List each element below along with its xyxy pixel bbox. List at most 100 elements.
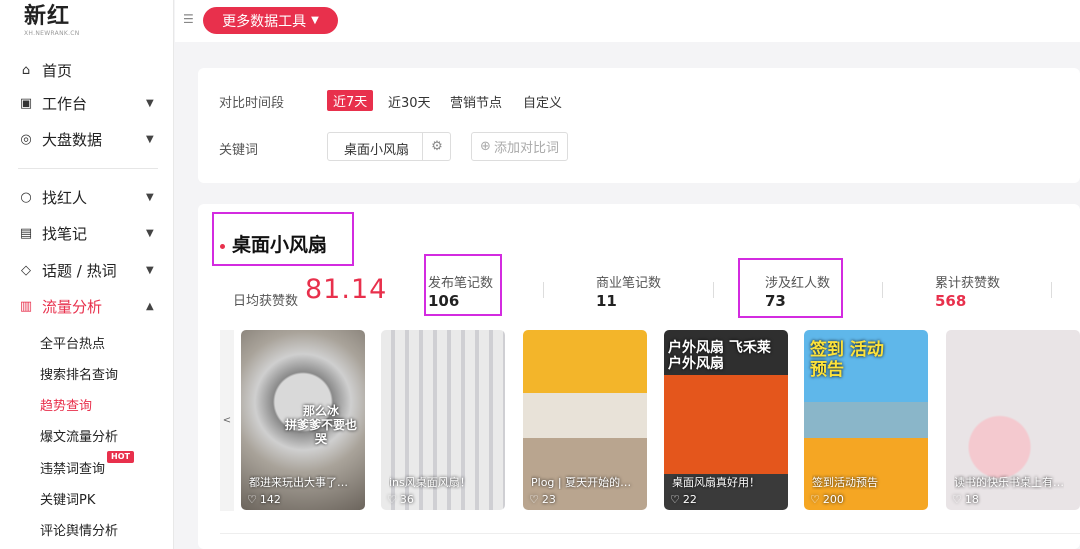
nav-home[interactable]: ⌂ 首页 (0, 55, 174, 85)
period-marketing[interactable]: 营销节点 (450, 92, 502, 111)
menu-fold-icon[interactable]: ☰ (183, 12, 194, 26)
subnav-search-rank[interactable]: 搜索排名查询 (40, 364, 118, 383)
note-card[interactable]: 读书的快乐书桌上有… ♡ 18 (946, 330, 1080, 510)
stat-divider (543, 282, 544, 298)
note-card[interactable]: 户外风扇 飞禾莱户外风扇 桌面风扇真好用！ ♡ 22 (664, 330, 788, 510)
subnav-hotspot[interactable]: 全平台热点 (40, 333, 105, 352)
note-caption: 读书的快乐书桌上有… (954, 476, 1064, 489)
chevron-up-icon: ▲ (146, 300, 154, 312)
subnav-comment-sentiment[interactable]: 评论舆情分析 (40, 520, 118, 539)
gear-icon[interactable]: ⚙ (422, 133, 451, 160)
subnav-trend-query[interactable]: 趋势查询 (40, 395, 92, 414)
note-caption: 签到活动预告 (812, 476, 878, 489)
note-likes: ♡ 36 (387, 493, 414, 506)
note-card[interactable]: 签到 活动预告 签到活动预告 ♡ 200 (804, 330, 928, 510)
note-likes: ♡ 142 (247, 493, 281, 506)
nav-traffic-analysis[interactable]: ▥ 流量分析 ▲ (0, 291, 174, 321)
keyword-text: 桌面小风扇 (344, 143, 410, 158)
note-likes-count: 18 (964, 493, 979, 506)
note-likes-count: 22 (682, 493, 697, 506)
stat-influencers-label: 涉及红人数 (765, 276, 831, 291)
heart-icon: ♡ (529, 493, 539, 506)
stat-divider (882, 282, 883, 298)
keyword-label: 关键词 (219, 143, 259, 158)
keyword-stats-card: 桌面小风扇 日均获赞数 81.14 发布笔记数 106 商业笔记数 11 涉及红… (198, 204, 1080, 549)
add-compare-label: 添加对比词 (493, 141, 559, 156)
note-overlay-text: 签到 活动预告 (810, 340, 884, 380)
heart-icon: ♡ (670, 493, 680, 506)
period-custom[interactable]: 自定义 (523, 92, 562, 111)
note-likes-count: 23 (541, 493, 556, 506)
period-label: 对比时间段 (219, 96, 285, 111)
subnav-keyword-pk[interactable]: 关键词PK (40, 489, 95, 508)
caret-down-icon: ▼ (311, 15, 319, 26)
note-card[interactable]: ins风桌面风扇！ ♡ 36 (381, 330, 505, 510)
logo-text: 新红 (24, 4, 71, 29)
workbench-icon: ▣ (19, 95, 33, 111)
heart-icon: ♡ (810, 493, 820, 506)
title-dot (220, 244, 225, 249)
note-caption: ins风桌面风扇！ (389, 476, 471, 489)
keyword-title: 桌面小风扇 (232, 234, 328, 256)
chevron-down-icon: ▼ (146, 97, 154, 109)
nav-label: 大盘数据 (42, 130, 103, 149)
dashboard-icon: ◎ (20, 131, 32, 147)
search-person-icon: ○ (20, 189, 32, 205)
stat-influencers-value: 73 (765, 292, 786, 310)
top-bar: ☰ 更多数据工具 ▼ (175, 0, 1080, 42)
stat-divider (1051, 282, 1052, 298)
chevron-down-icon: ▼ (146, 264, 154, 276)
chevron-down-icon: ▼ (146, 191, 154, 203)
nav-label: 话题 / 热词 (42, 261, 117, 280)
hot-badge: HOT (107, 451, 134, 463)
note-likes-count: 142 (259, 493, 281, 506)
period-30d[interactable]: 近30天 (388, 92, 431, 111)
note-caption: 桌面风扇真好用！ (672, 476, 760, 489)
avg-likes-value: 81.14 (305, 274, 388, 305)
nav-find-influencer[interactable]: ○ 找红人 ▼ (0, 182, 174, 212)
more-tools-button[interactable]: 更多数据工具 ▼ (203, 7, 338, 34)
note-caption: Plog | 夏天开始的… (531, 476, 632, 489)
stat-commercial-value: 11 (596, 292, 617, 310)
note-card[interactable]: 那么冰 拼爹爹不要也哭 都进来玩出大事了… ♡ 142 (241, 330, 365, 510)
nav-dashboard[interactable]: ◎ 大盘数据 ▼ (0, 124, 174, 154)
nav-find-note[interactable]: ▤ 找笔记 ▼ (0, 218, 174, 248)
plus-circle-icon: ⊕ (480, 139, 491, 154)
heart-icon: ♡ (952, 493, 962, 506)
logo[interactable]: 新红 XH.NEWRANK.CN (24, 4, 80, 37)
keyword-chip[interactable]: 桌面小风扇 ⚙ (327, 132, 451, 161)
note-likes: ♡ 23 (529, 493, 556, 506)
nav-label: 找笔记 (42, 224, 88, 243)
stat-divider (713, 282, 714, 298)
carousel-prev-button[interactable]: < (220, 330, 234, 511)
stat-notes-value: 106 (428, 292, 460, 310)
nav-topic[interactable]: ◇ 话题 / 热词 ▼ (0, 255, 174, 285)
nav-label: 首页 (42, 61, 73, 80)
nav-workbench[interactable]: ▣ 工作台 ▼ (0, 88, 174, 118)
note-card[interactable]: Plog | 夏天开始的… ♡ 23 (523, 330, 647, 510)
filter-card: 对比时间段 近7天 近30天 营销节点 自定义 关键词 桌面小风扇 ⚙ ⊕ 添加… (198, 68, 1080, 183)
period-7d[interactable]: 近7天 (327, 90, 374, 111)
chevron-down-icon: ▼ (146, 227, 154, 239)
stat-total-likes-value: 568 (935, 292, 967, 310)
stat-notes-label: 发布笔记数 (428, 276, 494, 291)
topic-icon: ◇ (21, 262, 31, 278)
note-overlay-text: 户外风扇 飞禾莱户外风扇 (668, 340, 771, 372)
heart-icon: ♡ (387, 493, 397, 506)
add-compare-button[interactable]: ⊕ 添加对比词 (471, 132, 568, 161)
note-likes: ♡ 200 (810, 493, 844, 506)
more-tools-label: 更多数据工具 (222, 13, 307, 30)
card-bottom-divider (220, 533, 1080, 534)
nav-label: 流量分析 (42, 297, 103, 316)
traffic-icon: ▥ (19, 298, 33, 314)
heart-icon: ♡ (247, 493, 257, 506)
note-caption: 都进来玩出大事了… (249, 476, 348, 489)
subnav-viral-traffic[interactable]: 爆文流量分析 (40, 426, 118, 445)
stat-total-likes-label: 累计获赞数 (935, 276, 1001, 291)
chevron-down-icon: ▼ (146, 133, 154, 145)
note-likes: ♡ 22 (670, 493, 697, 506)
note-likes-count: 200 (822, 493, 844, 506)
subnav-banned-words[interactable]: 违禁词查询 (40, 458, 105, 477)
note-overlay-text: 那么冰 拼爹爹不要也哭 (284, 404, 357, 446)
avg-likes-label: 日均获赞数 (233, 294, 299, 309)
